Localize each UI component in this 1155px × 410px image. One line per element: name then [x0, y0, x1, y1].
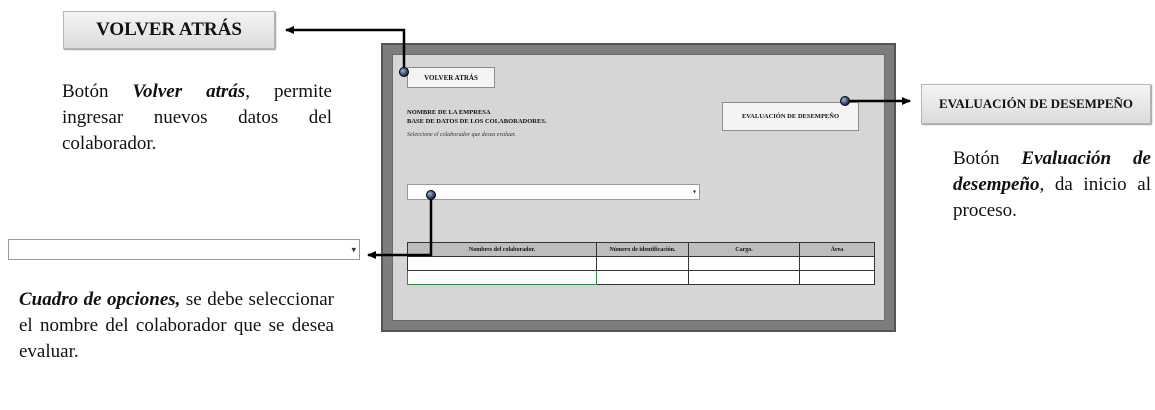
volver-arrow: [285, 26, 406, 73]
connector-lines: [285, 26, 911, 259]
volver-callout-dot: [399, 67, 409, 77]
combo-arrow: [367, 196, 433, 259]
evaluacion-callout-dot: [840, 96, 850, 106]
combo-callout-dot: [426, 190, 436, 200]
